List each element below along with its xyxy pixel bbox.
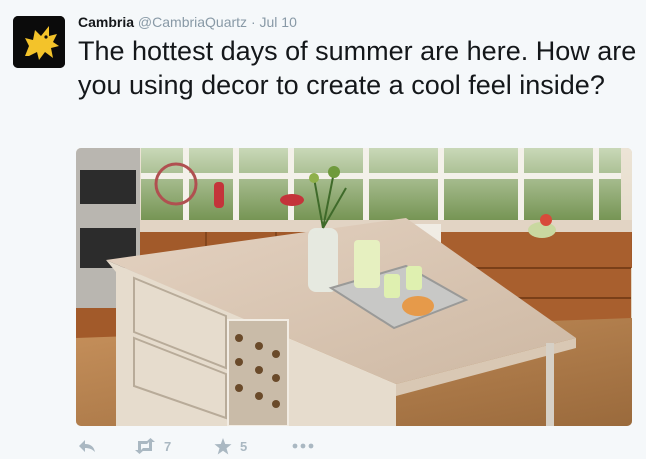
tweet-date[interactable]: Jul 10 xyxy=(260,14,297,30)
avatar[interactable] xyxy=(13,16,65,68)
retweet-icon xyxy=(135,438,155,454)
favorite-count: 5 xyxy=(240,438,248,454)
cambria-logo-icon xyxy=(13,16,65,68)
reply-icon xyxy=(79,440,95,452)
tweet-text: The hottest days of summer are here. How… xyxy=(78,36,637,100)
separator: · xyxy=(250,14,256,30)
tweet-photo[interactable] xyxy=(76,148,632,426)
more-button[interactable] xyxy=(292,436,314,456)
author-name[interactable]: Cambria xyxy=(78,14,134,30)
kitchen-island-image xyxy=(76,148,632,426)
retweet-button[interactable]: 7 xyxy=(134,436,171,456)
tweet-actions: 7 5 xyxy=(76,436,376,456)
more-icon xyxy=(292,443,314,449)
favorite-button[interactable]: 5 xyxy=(214,436,247,456)
retweet-count: 7 xyxy=(164,438,172,454)
star-icon xyxy=(214,437,232,454)
reply-button[interactable] xyxy=(78,436,96,456)
author-handle[interactable]: @CambriaQuartz xyxy=(138,14,247,30)
tweet-header: Cambria @CambriaQuartz · Jul 10 xyxy=(78,13,297,31)
